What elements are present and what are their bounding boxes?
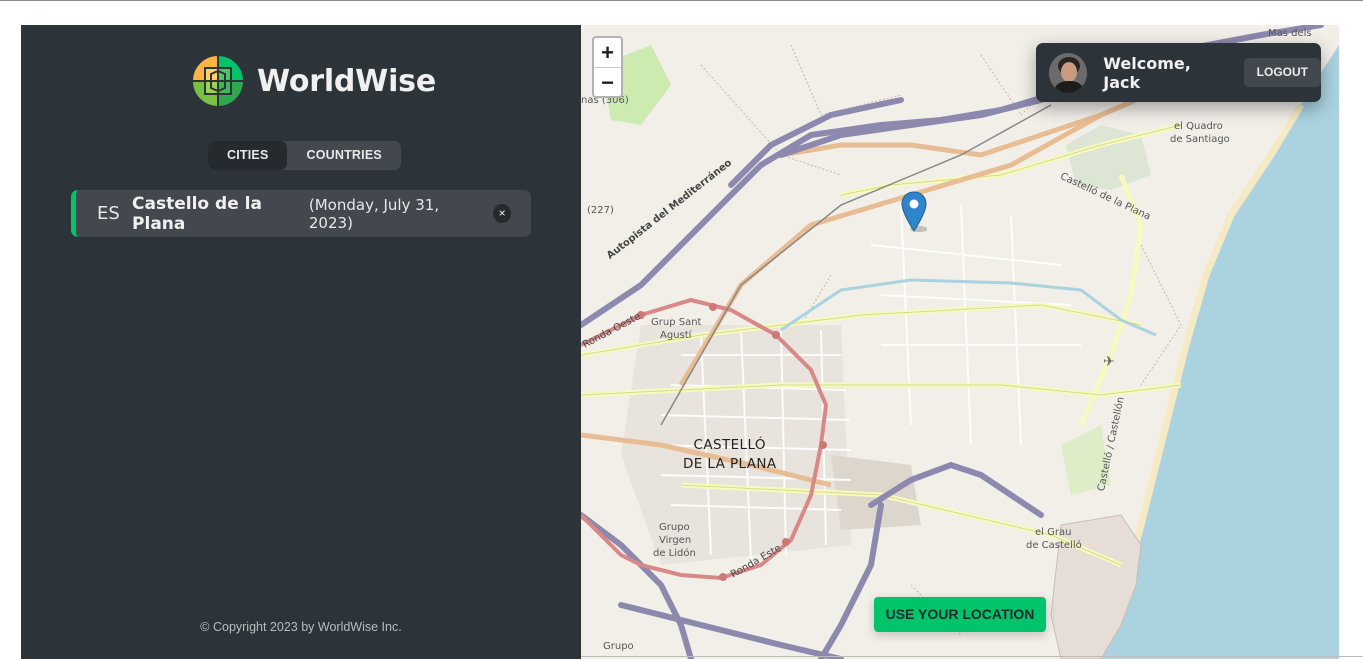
map-label-grup-sant: Grup Sant	[651, 317, 702, 328]
country-code: ES	[97, 203, 120, 224]
top-border	[0, 0, 1363, 1]
map-label-227: (227)	[587, 205, 614, 216]
tab-cities[interactable]: Cities	[208, 141, 288, 170]
map-label-el-grau: el Grau	[1035, 527, 1072, 538]
map-tiles: ✈	[581, 25, 1339, 659]
map-label-de-lidon: de Lidón	[653, 548, 696, 559]
map-label-mas-dels: Mas dels	[1268, 28, 1312, 39]
bottom-border	[581, 656, 1363, 657]
page-right-margin	[1339, 25, 1363, 659]
map-label-el-quadro: el Quadro	[1174, 121, 1223, 132]
user-box: Welcome, Jack Logout	[1036, 43, 1321, 102]
map-label-grupo: Grupo	[659, 522, 690, 533]
tab-countries[interactable]: Countries	[287, 141, 400, 170]
worldwise-logo-icon	[191, 54, 245, 108]
map-label-city-line1: CASTELLÓ	[693, 437, 766, 453]
logout-button[interactable]: Logout	[1243, 58, 1321, 87]
zoom-in-button[interactable]: +	[594, 38, 621, 67]
sidebar: WorldWise Cities Countries ES Castello d…	[21, 25, 581, 659]
logo[interactable]: WorldWise	[191, 54, 436, 108]
map-label-city: CASTELLÓ DE LA PLANA	[683, 436, 777, 474]
copyright: © Copyright 2023 by WorldWise Inc.	[200, 620, 402, 634]
map-label-de-santiago: de Santiago	[1170, 134, 1230, 145]
welcome-text: Welcome, Jack	[1103, 53, 1191, 92]
map[interactable]: ✈ CASTELLÓ DE LA PLANA Grup Sant Agustí …	[581, 25, 1339, 659]
city-name: Castello de la Plana	[132, 193, 262, 234]
app-name: WorldWise	[257, 63, 436, 99]
map-label-virgen: Virgen	[659, 535, 692, 546]
map-label-agusti: Agustí	[660, 330, 692, 341]
city-list-item[interactable]: ES Castello de la Plana (Monday, July 31…	[71, 190, 531, 237]
zoom-out-button[interactable]: −	[594, 67, 621, 96]
map-label-de-castello: de Castelló	[1026, 540, 1082, 551]
delete-city-button[interactable]: ×	[493, 204, 511, 223]
avatar	[1049, 52, 1088, 93]
map-label-grupo-bottom: Grupo	[603, 641, 634, 652]
zoom-control: + −	[592, 36, 623, 98]
city-date: (Monday, July 31, 2023)	[308, 195, 440, 232]
tab-bar: Cities Countries	[208, 141, 401, 170]
use-location-button[interactable]: Use your location	[874, 597, 1046, 632]
svg-text:✈: ✈	[1103, 354, 1115, 370]
map-label-city-line2: DE LA PLANA	[683, 456, 777, 472]
map-marker-icon[interactable]	[901, 191, 928, 238]
